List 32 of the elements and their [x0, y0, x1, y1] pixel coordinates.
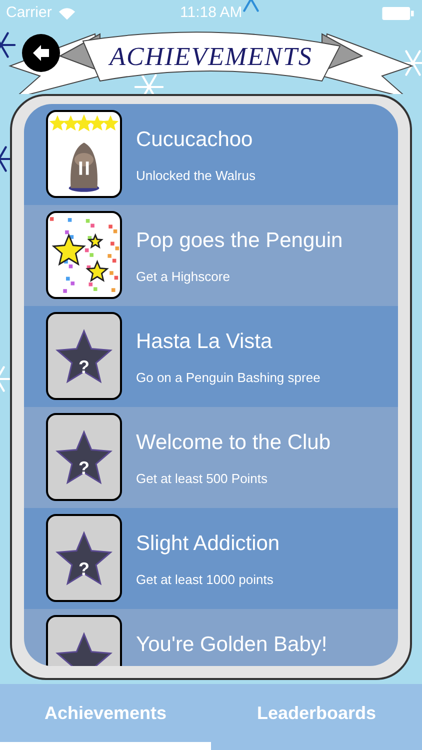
star-icon — [54, 328, 114, 386]
arrow-left-icon — [31, 43, 51, 63]
question-mark: ? — [78, 456, 90, 480]
achievement-row[interactable]: ? Welcome to the Club Get at least 500 Points — [24, 407, 398, 508]
achievement-title: Pop goes the Penguin — [136, 228, 343, 254]
tab[interactable]: Achievements — [0, 684, 211, 750]
carrier-label: Carrier — [6, 2, 52, 23]
achievement-title: You're Golden Baby! — [136, 632, 328, 658]
battery-icon — [382, 6, 414, 20]
page-title: ACHIEVEMENTS — [110, 40, 312, 72]
achievement-title: Welcome to the Club — [136, 430, 331, 456]
achievement-row[interactable]: ? Slight Addiction Get at least 1000 points — [24, 508, 398, 609]
clock-label: 11:18 AM — [180, 2, 242, 23]
achievement-subtitle: Unlocked the Walrus — [136, 166, 256, 184]
wifi-icon — [58, 6, 76, 20]
question-mark: ? — [78, 558, 90, 580]
achievement-title: Cucucachoo — [136, 127, 254, 153]
achievement-title: Hasta La Vista — [136, 329, 274, 355]
achievement-row[interactable]: You're Golden Baby! — [24, 609, 398, 666]
tab[interactable]: Leaderboards — [211, 684, 422, 750]
star-icon — [54, 530, 114, 588]
achievement-row[interactable]: Pop goes the Penguin Get a Highscore — [24, 205, 398, 306]
achievement-title: Slight Addiction — [136, 531, 280, 557]
achievement-subtitle: Go on a Penguin Bashing spree — [136, 368, 320, 387]
achievement-row[interactable]: ? Hasta La Vista Go on a Penguin Bashing spree — [24, 306, 398, 407]
achievement-subtitle: Get at least 1000 points — [136, 570, 274, 589]
achievement-subtitle: Get a Highscore — [136, 268, 231, 286]
star-icon — [54, 429, 114, 487]
question-mark: ? — [78, 356, 90, 378]
back-button[interactable] — [22, 34, 60, 72]
achievement-row[interactable]: Cucucachoo Unlocked the Walrus — [24, 104, 398, 205]
achievement-subtitle: Get at least 500 Points — [136, 470, 269, 488]
